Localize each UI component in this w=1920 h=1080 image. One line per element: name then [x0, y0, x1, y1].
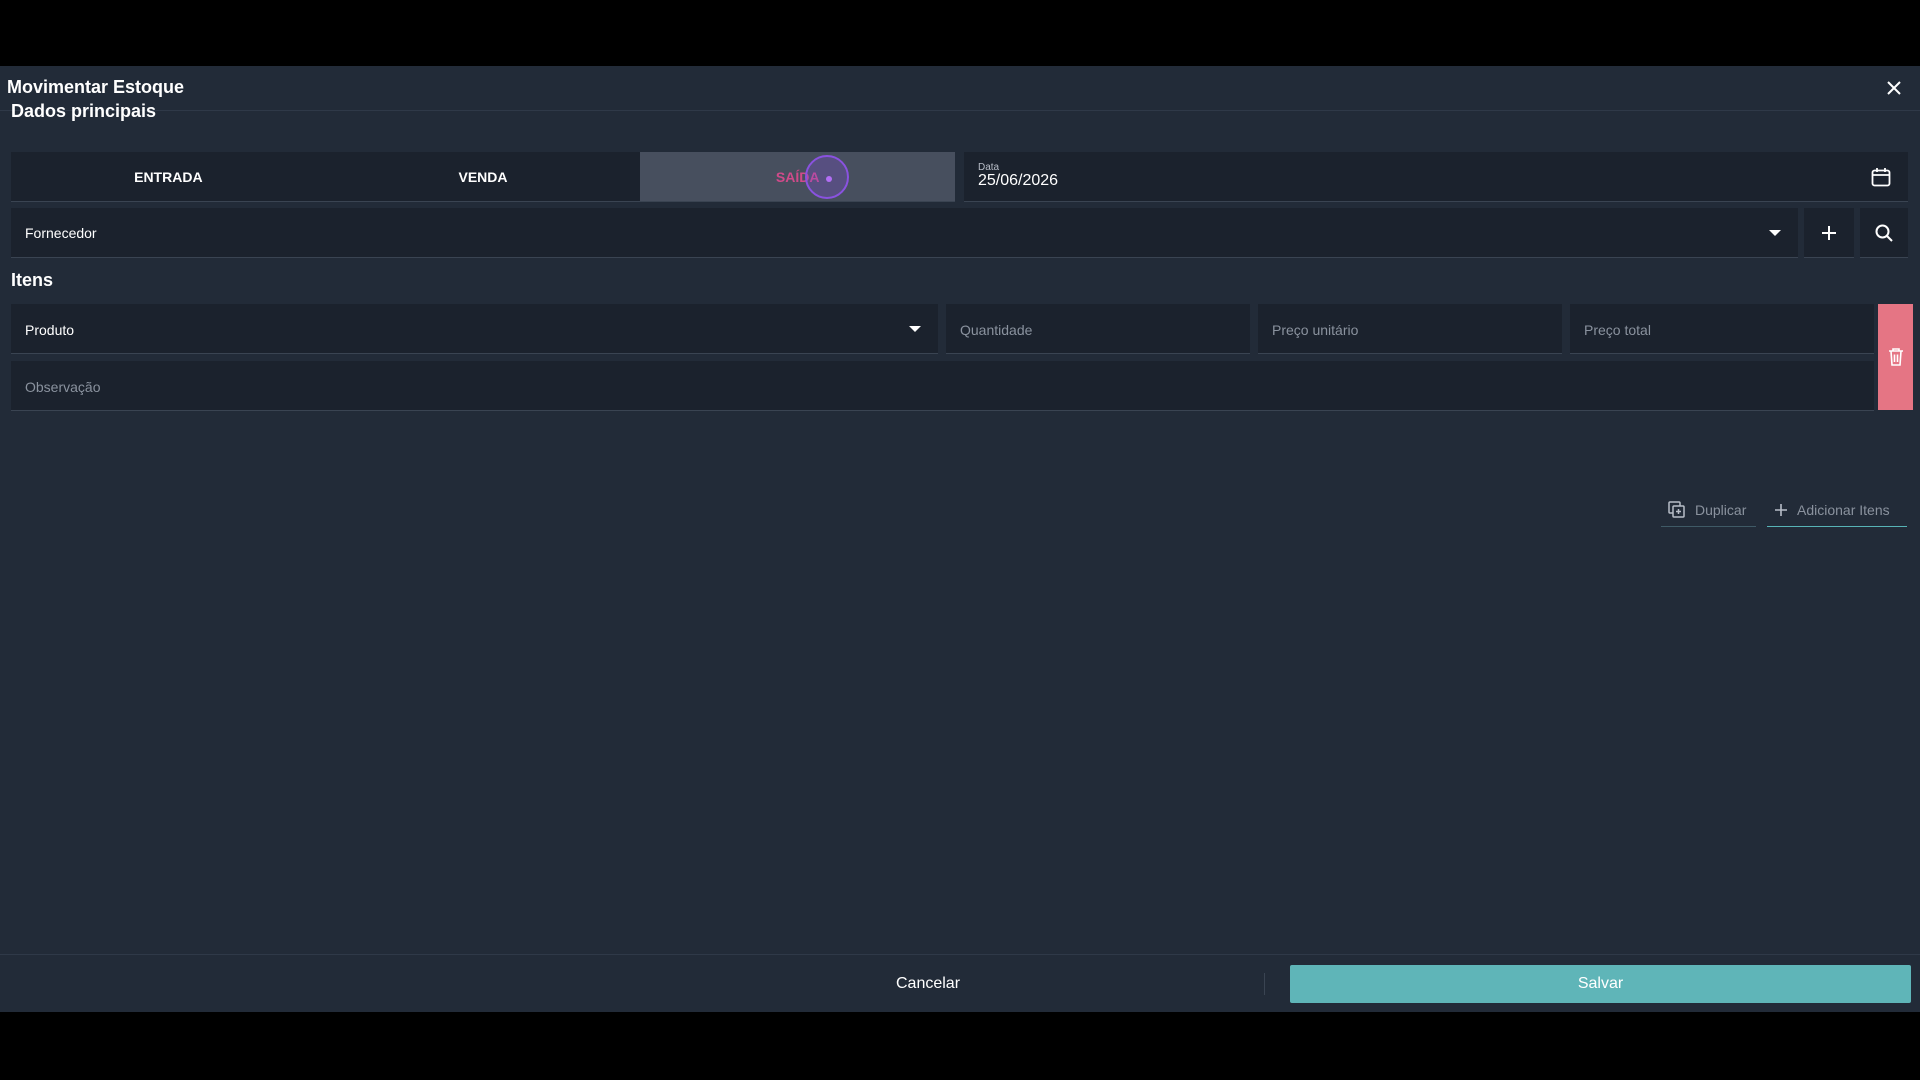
product-dropdown-toggle[interactable] [908, 322, 922, 336]
date-field[interactable]: Data 25/06/2026 [964, 152, 1908, 202]
unit-price-placeholder: Preço unitário [1272, 322, 1359, 338]
stock-movement-dialog: Movimentar Estoque Dados principais ENTR… [0, 66, 1920, 1012]
toggle-entrada-label: ENTRADA [134, 168, 203, 185]
toggle-venda-label: VENDA [458, 168, 508, 185]
quantity-placeholder: Quantidade [960, 322, 1033, 338]
toggle-venda[interactable]: VENDA [326, 152, 641, 201]
close-button[interactable] [1880, 74, 1908, 102]
total-price-placeholder: Preço total [1584, 322, 1651, 338]
plus-icon [1822, 225, 1836, 240]
plus-icon [1775, 503, 1787, 516]
duplicate-button[interactable]: Duplicar [1661, 493, 1756, 527]
dialog-header: Movimentar Estoque [0, 66, 1920, 111]
supplier-placeholder: Fornecedor [25, 225, 97, 241]
supplier-dropdown-toggle[interactable] [1768, 226, 1782, 240]
add-supplier-button[interactable] [1804, 208, 1854, 258]
product-select[interactable]: Produto [11, 304, 938, 354]
toggle-saida[interactable]: SAÍDA [640, 152, 956, 201]
add-items-label: Adicionar Itens [1797, 501, 1890, 518]
chevron-down-icon [1769, 230, 1781, 236]
chevron-down-icon [909, 326, 921, 332]
dialog-title: Movimentar Estoque [7, 77, 185, 97]
calendar-button[interactable] [1868, 164, 1894, 190]
date-value: 25/06/2026 [978, 172, 1059, 189]
observation-placeholder: Observação [25, 379, 101, 395]
dialog-footer: Cancelar Salvar [0, 954, 1920, 1012]
cancel-button[interactable]: Cancelar [878, 969, 978, 999]
items-section-title: Itens [11, 270, 54, 290]
toggle-entrada[interactable]: ENTRADA [11, 152, 326, 201]
calendar-icon [1871, 168, 1891, 187]
save-button[interactable]: Salvar [1290, 965, 1911, 1003]
observation-input[interactable]: Observação [11, 361, 1874, 411]
trash-icon [1888, 348, 1903, 366]
supplier-select[interactable]: Fornecedor [11, 208, 1798, 258]
movement-type-toggle: ENTRADA VENDA SAÍDA [11, 152, 956, 202]
add-items-button[interactable]: Adicionar Itens [1767, 493, 1907, 527]
close-icon [1887, 81, 1901, 95]
duplicate-label: Duplicar [1695, 501, 1747, 518]
click-ripple [805, 155, 850, 199]
unit-price-input[interactable]: Preço unitário [1258, 304, 1562, 354]
duplicate-icon [1668, 500, 1685, 518]
product-placeholder: Produto [25, 322, 75, 338]
quantity-input[interactable]: Quantidade [946, 304, 1250, 354]
total-price-input[interactable]: Preço total [1570, 304, 1874, 354]
search-icon [1875, 224, 1893, 242]
delete-item-button[interactable] [1878, 304, 1913, 410]
footer-divider [1264, 973, 1265, 995]
main-section-title: Dados principais [11, 101, 157, 121]
search-supplier-button[interactable] [1860, 208, 1908, 258]
